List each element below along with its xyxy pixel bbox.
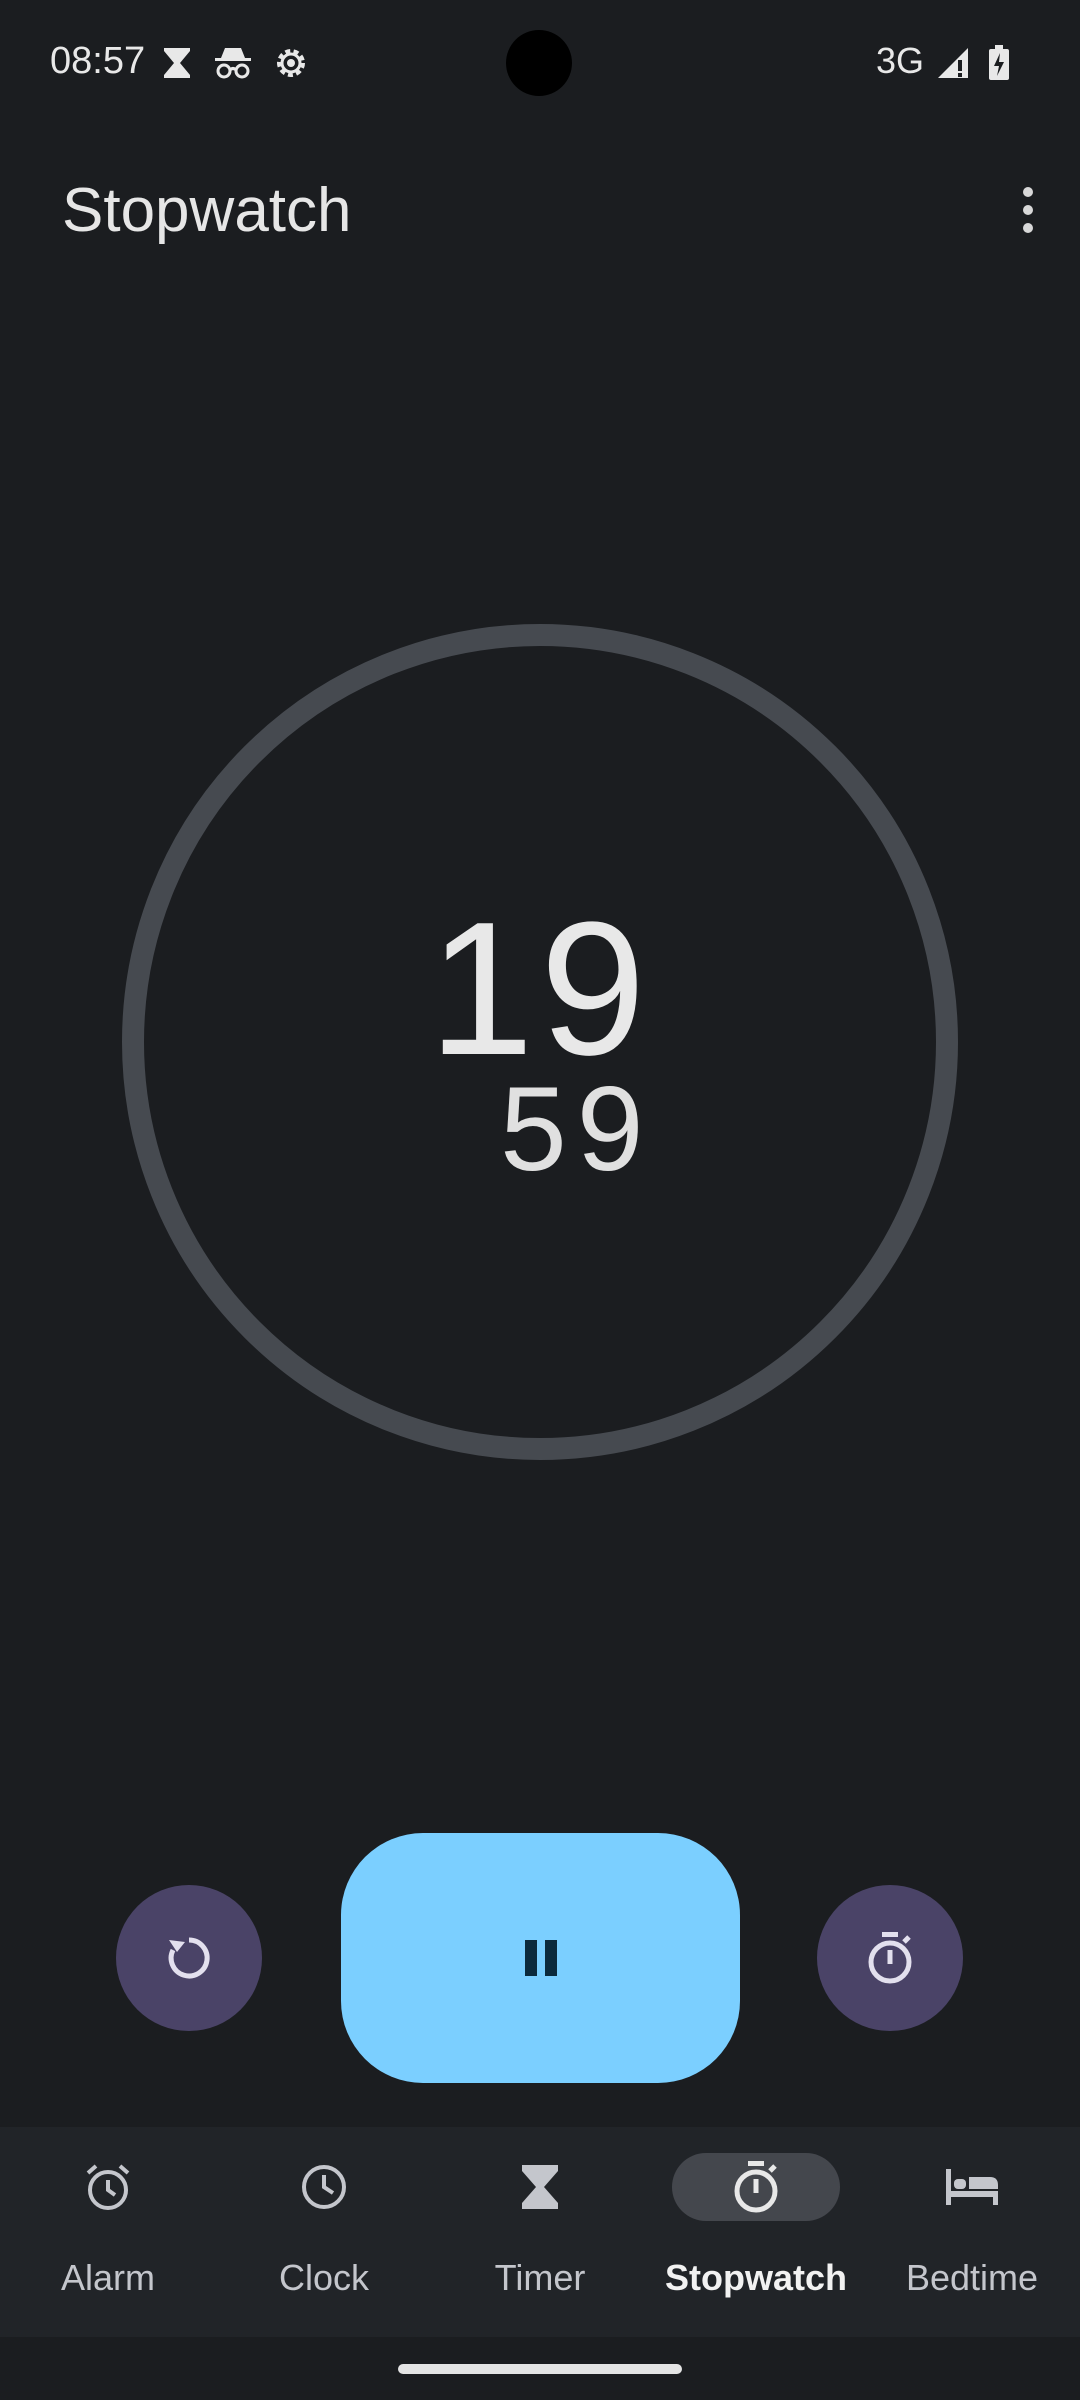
stopwatch-icon — [734, 2161, 778, 2213]
nav-item-stopwatch[interactable]: Stopwatch — [648, 2127, 864, 2337]
nav-label: Bedtime — [905, 2257, 1039, 2298]
battery-charging-icon — [978, 42, 1020, 84]
nav-item-bedtime[interactable]: Bedtime — [864, 2127, 1080, 2337]
nav-label: Clock — [278, 2257, 370, 2298]
incognito-icon — [212, 42, 254, 84]
nav-pill — [266, 2153, 382, 2221]
camera-cutout — [506, 30, 572, 96]
bed-icon — [946, 2169, 998, 2205]
nav-label: Timer — [494, 2257, 586, 2298]
lap-timer-icon — [868, 1932, 912, 1984]
stopwatch-hundredths: 59 — [500, 1062, 654, 1196]
nav-label: Stopwatch — [664, 2257, 847, 2298]
pause-button[interactable] — [341, 1833, 740, 2083]
network-type: 3G — [876, 40, 925, 81]
hourglass-icon — [156, 42, 198, 84]
settings-gear-icon — [270, 42, 312, 84]
status-time: 08:57 — [50, 40, 146, 82]
nav-pill-active — [672, 2153, 840, 2221]
nav-label: Alarm — [60, 2257, 155, 2298]
nav-item-alarm[interactable]: Alarm — [0, 2127, 216, 2337]
nav-pill — [50, 2153, 166, 2221]
more-options-button[interactable] — [976, 140, 1080, 280]
lap-button[interactable] — [817, 1885, 963, 2031]
nav-pill — [482, 2153, 598, 2221]
hourglass-icon — [522, 2165, 558, 2209]
nav-item-clock[interactable]: Clock — [216, 2127, 432, 2337]
status-bar: 08:57 3G — [0, 0, 1080, 128]
pause-icon — [524, 1940, 557, 1976]
alarm-icon — [86, 2164, 130, 2210]
gesture-bar[interactable] — [398, 2364, 682, 2374]
nav-pill — [914, 2153, 1030, 2221]
page-title: Stopwatch — [62, 176, 352, 245]
signal-icon — [932, 42, 974, 84]
reset-icon — [168, 1937, 210, 1979]
clock-icon — [302, 2165, 346, 2209]
more-vert-icon — [1023, 187, 1033, 233]
reset-button[interactable] — [116, 1885, 262, 2031]
nav-item-timer[interactable]: Timer — [432, 2127, 648, 2337]
